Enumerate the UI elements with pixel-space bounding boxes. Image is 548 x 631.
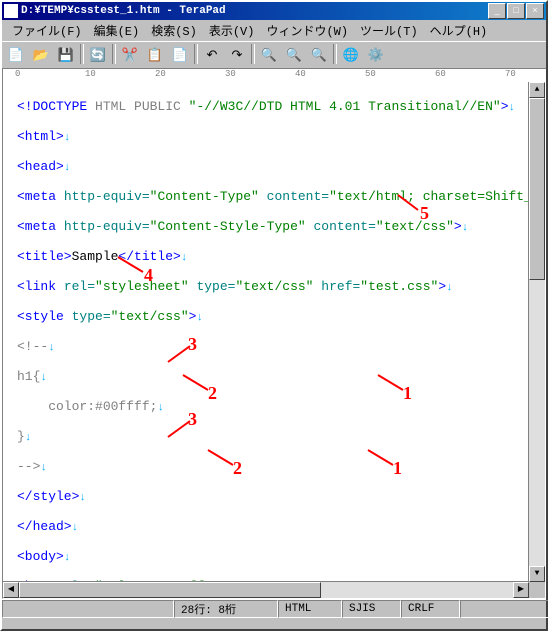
status-blank [460, 600, 548, 618]
save-button[interactable]: 💾 [54, 44, 78, 66]
scroll-right-button[interactable]: ▶ [513, 582, 529, 598]
scroll-v-thumb[interactable] [529, 98, 545, 280]
window-title: D:¥TEMP¥csstest_1.htm - TeraPad [21, 5, 488, 17]
menubar: ファイル(F) 編集(E) 検索(S) 表示(V) ウィンドウ(W) ツール(T… [2, 20, 546, 41]
menu-view[interactable]: 表示(V) [203, 21, 261, 40]
copy-button[interactable]: 📋 [143, 44, 167, 66]
minimize-button[interactable]: _ [488, 3, 506, 19]
status-position: 28行: 8桁 [174, 600, 278, 618]
reload-button[interactable]: 🔄 [86, 44, 110, 66]
new-button[interactable]: 📄 [4, 44, 28, 66]
scroll-corner [529, 582, 545, 598]
menu-search[interactable]: 検索(S) [145, 21, 203, 40]
status-empty [2, 600, 174, 618]
settings-button[interactable]: ⚙️ [364, 44, 388, 66]
maximize-button[interactable]: □ [507, 3, 525, 19]
app-icon [4, 4, 18, 18]
statusbar: 28行: 8桁 HTML SJIS CRLF 挿入 [2, 599, 546, 618]
find-button[interactable]: 🔍 [257, 44, 281, 66]
code-editor[interactable]: <!DOCTYPE HTML PUBLIC "-//W3C//DTD HTML … [3, 82, 529, 582]
menu-help[interactable]: ヘルプ(H) [424, 21, 494, 40]
status-eol: CRLF [401, 600, 460, 618]
editor-area: <!DOCTYPE HTML PUBLIC "-//W3C//DTD HTML … [2, 82, 546, 599]
redo-button[interactable]: ↷ [225, 44, 249, 66]
scroll-left-button[interactable]: ◀ [3, 582, 19, 598]
close-button[interactable]: × [526, 3, 544, 19]
undo-button[interactable]: ↶ [200, 44, 224, 66]
app-window: D:¥TEMP¥csstest_1.htm - TeraPad _ □ × ファ… [0, 0, 548, 631]
find-prev-button[interactable]: 🔍 [282, 44, 306, 66]
scroll-down-button[interactable]: ▼ [529, 566, 545, 582]
browser-button[interactable]: 🌐 [339, 44, 363, 66]
vertical-scrollbar[interactable]: ▲ ▼ [528, 82, 545, 582]
find-next-button[interactable]: 🔍 [307, 44, 331, 66]
menu-tool[interactable]: ツール(T) [354, 21, 424, 40]
ruler: 0 10 20 30 40 50 60 70 [2, 68, 546, 82]
scroll-h-thumb[interactable] [19, 582, 321, 598]
menu-edit[interactable]: 編集(E) [88, 21, 146, 40]
toolbar: 📄 📂 💾 🔄 ✂️ 📋 📄 ↶ ↷ 🔍 🔍 🔍 🌐 ⚙️ [2, 41, 546, 68]
open-button[interactable]: 📂 [29, 44, 53, 66]
cut-button[interactable]: ✂️ [118, 44, 142, 66]
status-encoding: SJIS [342, 600, 401, 618]
paste-button[interactable]: 📄 [168, 44, 192, 66]
titlebar[interactable]: D:¥TEMP¥csstest_1.htm - TeraPad _ □ × [2, 2, 546, 20]
menu-window[interactable]: ウィンドウ(W) [260, 21, 354, 40]
status-mode: HTML [278, 600, 342, 618]
horizontal-scrollbar[interactable]: ◀ ▶ [3, 581, 529, 598]
menu-file[interactable]: ファイル(F) [6, 21, 88, 40]
scroll-up-button[interactable]: ▲ [529, 82, 545, 98]
